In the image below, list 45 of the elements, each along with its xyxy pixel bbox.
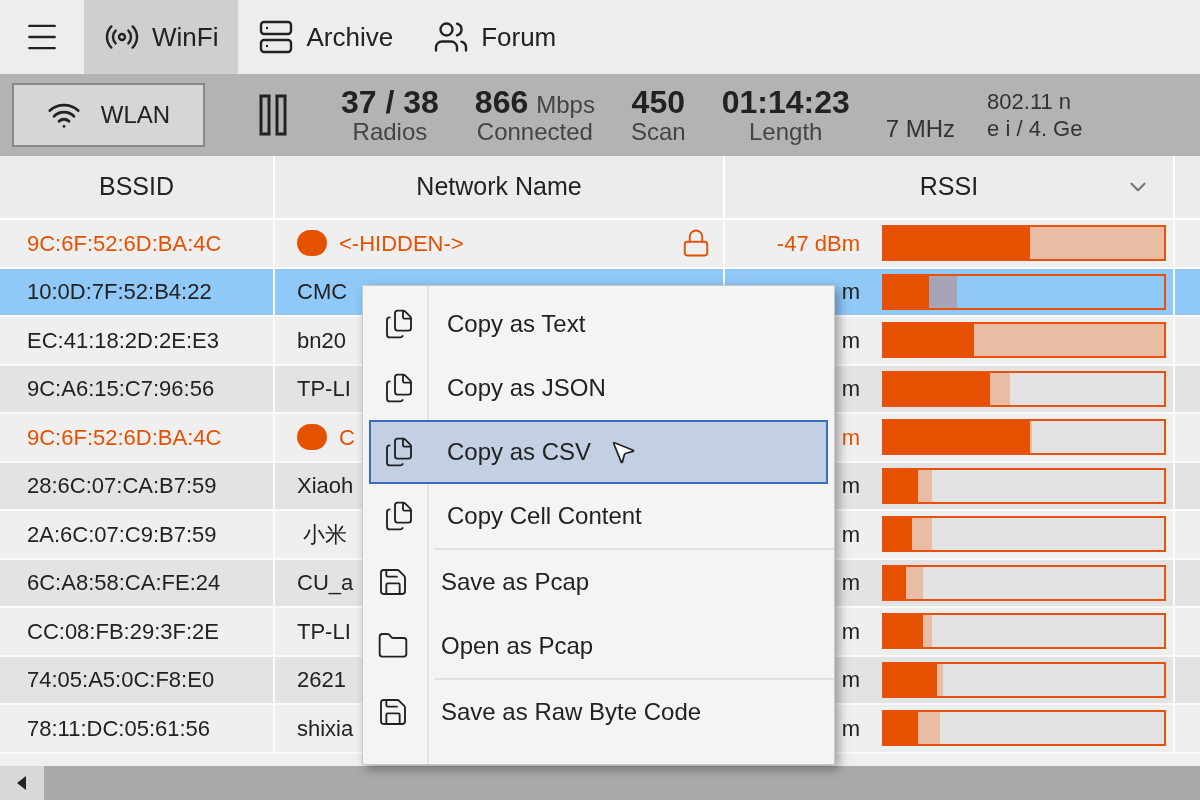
table-cell-text: m [840, 520, 860, 549]
table-cell-text: m [840, 278, 860, 307]
table-cell-text: 6C:A8:58:CA:FE:24 [27, 569, 221, 598]
standard-label: e i / 4. Ge [987, 115, 1083, 143]
table-cell-text: TP-LI [297, 617, 351, 646]
stat-unit: Mbps [536, 93, 595, 117]
table-cell-text: 9C:6F:52:6D:BA:4C [27, 229, 222, 258]
table-cell-text: 74:05:A5:0C:F8:E0 [27, 666, 215, 695]
table-cell-text: 78:11:DC:05:61:56 [27, 714, 211, 743]
table-cell-text: -47 dBm [775, 229, 860, 258]
table-cell-text: bn20 [297, 326, 346, 355]
standard-label: 802.11 n [987, 87, 1073, 115]
table-cell-text: 9C:A6:15:C7:96:56 [27, 375, 215, 404]
table-cell-text: m [840, 423, 860, 452]
table-cell-text: shixia [297, 714, 354, 743]
table-cell-text: m [840, 326, 860, 355]
table-cell-text: m [840, 714, 860, 743]
stat-label: Length [749, 120, 823, 144]
table-cell-text: CU_a [297, 569, 354, 598]
table-cell-text: EC:41:18:2D:2E:E3 [27, 326, 219, 355]
stat-label: Scan [630, 120, 686, 144]
stat-value: 866 [474, 86, 529, 118]
table-cell-text: CMC [297, 278, 348, 307]
table-cell-text: TP-LI [297, 375, 351, 404]
table-cell-text: C [339, 423, 355, 452]
stat-value: 37 / 38 [341, 86, 439, 118]
table-cell-text: 10:0D:7F:52:B4:22 [27, 278, 212, 307]
table-cell-text: 28:6C:07:CA:B7:59 [27, 472, 217, 501]
table-cell-text: Xiaoh [297, 472, 354, 501]
stat-label: Radios [352, 120, 428, 144]
table-cell-text: 9C:6F:52:6D:BA:4C [27, 423, 222, 452]
stat-value: 450 [631, 86, 685, 118]
stat-value: 01:14:23 [721, 86, 850, 118]
table-cell-text: m [840, 666, 860, 695]
stat-label: Connected [476, 120, 593, 144]
table-cell-text: m [840, 569, 860, 598]
table-cell-text: 2A:6C:07:C9:B7:59 [27, 520, 217, 549]
table-cell-text: m [840, 375, 860, 404]
table-cell-text: <-HIDDEN-> [339, 229, 464, 258]
table-cell-text: m [840, 472, 860, 501]
table-cell-text: CC:08:FB:29:3F:2E [27, 617, 219, 646]
table-cell-text: m [840, 617, 860, 646]
bandwidth-label: 7 MHz [885, 114, 956, 144]
table-cell-text: 2621 [297, 666, 346, 695]
table-cell-text: 小米 [302, 520, 348, 549]
